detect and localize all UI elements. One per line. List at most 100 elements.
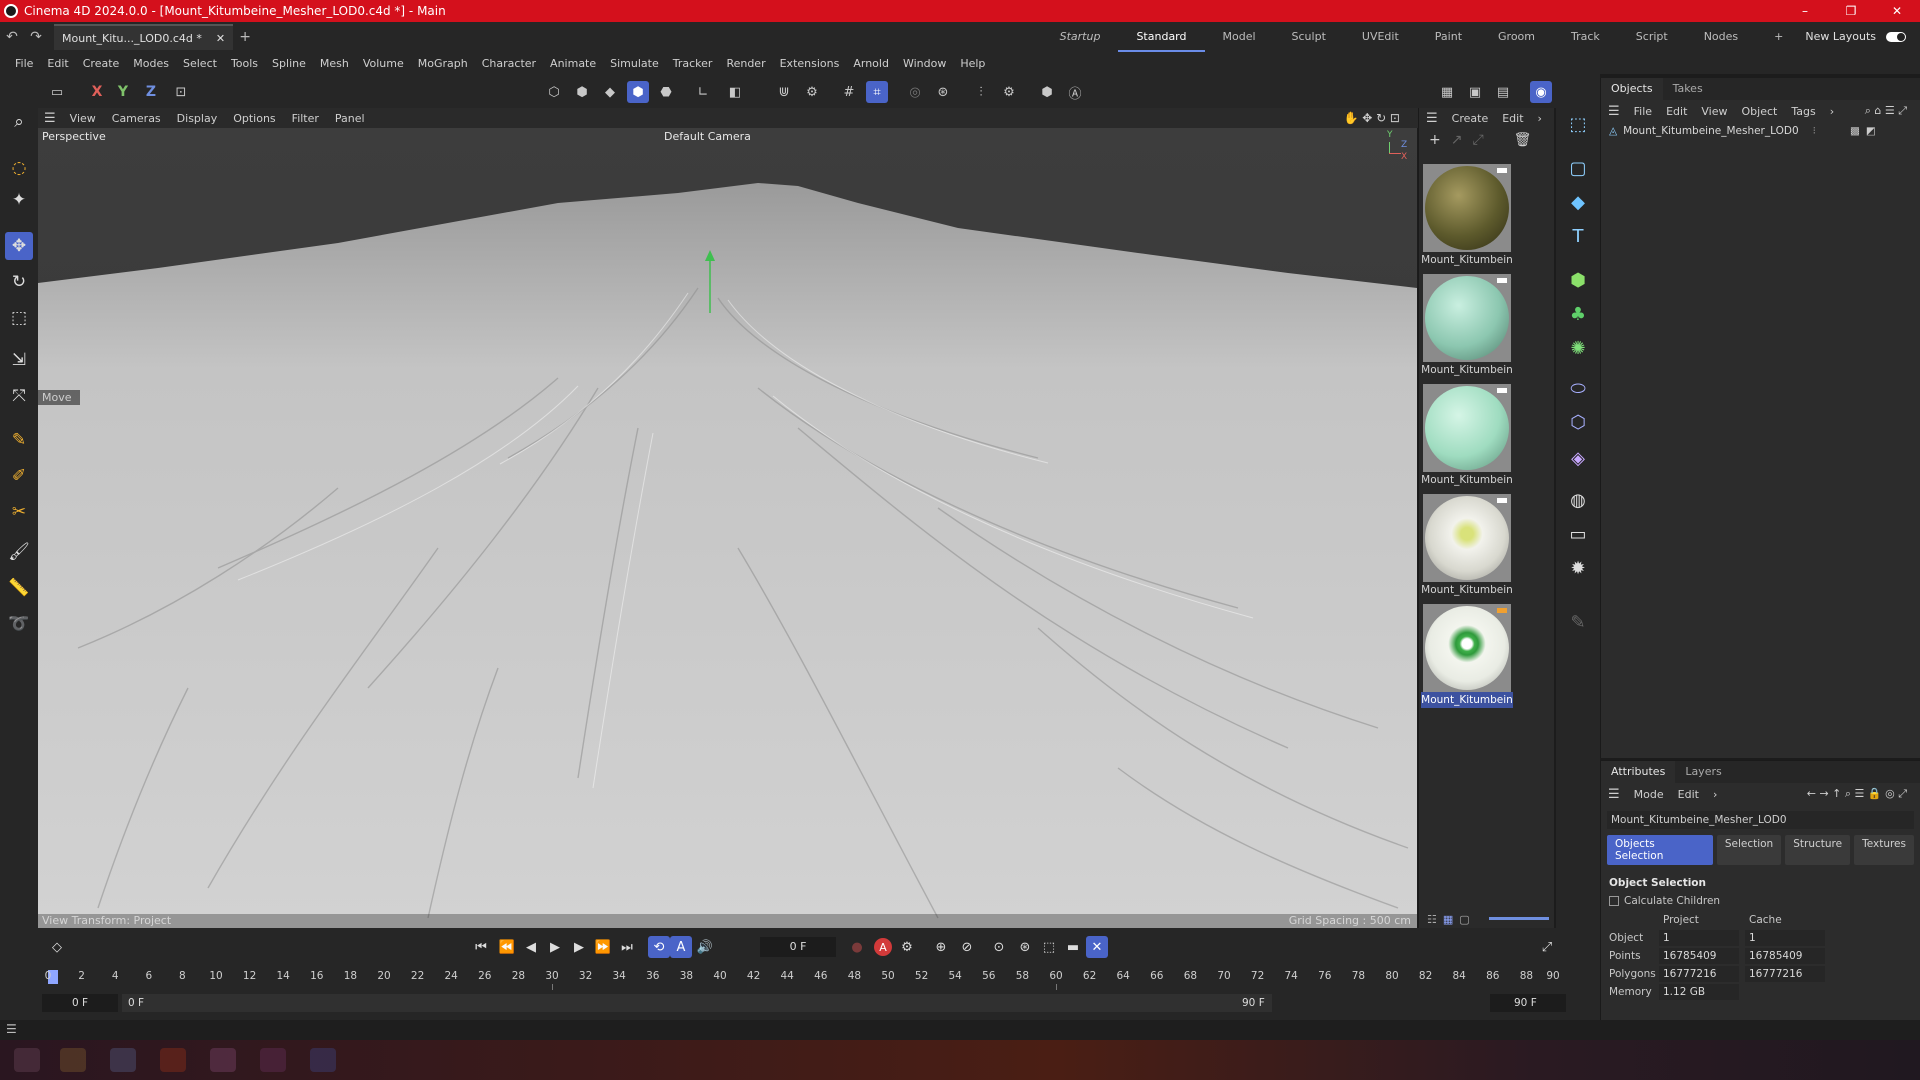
render-region-icon[interactable]: ◎ xyxy=(904,81,926,103)
spline-sketch-icon[interactable]: ✐ xyxy=(5,462,33,490)
list-view-icon[interactable]: ☷ xyxy=(1427,913,1437,926)
menu-render[interactable]: Render xyxy=(719,57,772,70)
layout-toggle[interactable] xyxy=(1886,32,1906,42)
taskbar-app-icon[interactable] xyxy=(260,1048,286,1072)
quantize-icon[interactable]: ⌗ xyxy=(866,81,888,103)
search-icon[interactable]: ⌕ xyxy=(5,108,33,136)
material-menu-create[interactable]: Create xyxy=(1445,112,1496,125)
add-layout-button[interactable]: + xyxy=(1756,22,1801,52)
scene-tools-icon[interactable]: ✦ xyxy=(5,186,33,214)
render-active-view-icon[interactable]: ▣ xyxy=(1464,81,1486,103)
volume-builder-icon[interactable]: ⬡ xyxy=(1564,408,1592,436)
deformer-icon[interactable]: ⬭ xyxy=(1564,374,1592,402)
timeline-ruler[interactable]: 0 2 4 6 8 10 12 14 16 18 20 22 24 26 28 … xyxy=(45,970,1560,990)
subtab-textures[interactable]: Textures xyxy=(1854,835,1914,865)
next-key-icon[interactable]: ⏩ xyxy=(592,936,614,958)
object-menu-tags[interactable]: Tags xyxy=(1784,105,1822,118)
object-manager-tools[interactable]: ⌕ ⌂ ☰ ⤢ xyxy=(1858,104,1914,118)
start-frame-field[interactable]: 0 F xyxy=(42,994,118,1012)
move-tool-icon[interactable]: ✥ xyxy=(5,232,33,260)
material-item-selected[interactable]: Mount_Kitumbein xyxy=(1421,602,1513,710)
viewport-menu-panel[interactable]: Panel xyxy=(327,112,373,125)
taskbar-app-icon[interactable] xyxy=(160,1048,186,1072)
redshift-icon[interactable]: ◉ xyxy=(1530,81,1552,103)
model-mode-icon[interactable]: ⬢ xyxy=(627,81,649,103)
menu-animate[interactable]: Animate xyxy=(543,57,603,70)
camera-object-icon[interactable]: ▭ xyxy=(1564,520,1592,548)
spline-primitive-icon[interactable]: ▢ xyxy=(1564,154,1592,182)
commander-icon[interactable]: ▭ xyxy=(46,81,68,103)
go-to-end-icon[interactable]: ⏭ xyxy=(616,936,638,958)
menu-character[interactable]: Character xyxy=(475,57,543,70)
chevron-right-icon[interactable]: › xyxy=(1531,112,1549,125)
projection-label[interactable]: Perspective xyxy=(42,130,106,143)
menu-volume[interactable]: Volume xyxy=(356,57,411,70)
autokey-icon[interactable]: A xyxy=(874,938,892,956)
sound-icon[interactable]: 🔊 xyxy=(694,936,716,958)
workplane-icon[interactable]: # xyxy=(838,81,860,103)
attribute-menu-icon[interactable]: ☰ xyxy=(1601,787,1627,802)
scene-tool-icon[interactable]: ⤧ xyxy=(5,382,33,410)
viewport-menu-options[interactable]: Options xyxy=(225,112,283,125)
range-end-field[interactable]: 90 F xyxy=(1242,994,1282,1012)
large-view-icon[interactable]: ▢ xyxy=(1459,913,1469,926)
range-start-field[interactable]: 0 F xyxy=(122,994,1272,1012)
viewport-menu-cameras[interactable]: Cameras xyxy=(104,112,169,125)
perspective-viewport[interactable]: Perspective Default Camera Move Y Z X Vi… xyxy=(38,128,1417,928)
render-settings-icon[interactable]: ⚙ xyxy=(998,81,1020,103)
record-icon[interactable]: ● xyxy=(846,936,868,958)
interactive-render-icon[interactable]: ⬢ xyxy=(1036,81,1058,103)
viewport-menu-display[interactable]: Display xyxy=(169,112,226,125)
viewport-menu-view[interactable]: View xyxy=(62,112,104,125)
snap-icon[interactable]: ⋓ xyxy=(773,81,795,103)
solo-mode-icon[interactable]: ◧ xyxy=(724,81,746,103)
subtab-selection[interactable]: Selection xyxy=(1716,835,1782,865)
selection-tool-icon[interactable]: ◌ xyxy=(5,154,33,182)
menu-modes[interactable]: Modes xyxy=(126,57,176,70)
minimize-button[interactable]: – xyxy=(1782,0,1828,22)
attribute-menu-mode[interactable]: Mode xyxy=(1627,788,1671,801)
material-item[interactable]: Mount_Kitumbein xyxy=(1421,492,1513,600)
link-material-icon[interactable]: ⤢ xyxy=(1472,132,1483,148)
layout-track[interactable]: Track xyxy=(1553,22,1618,52)
menu-create[interactable]: Create xyxy=(76,57,127,70)
lock-y-axis-button[interactable]: Y xyxy=(112,81,134,103)
spline-tools-icon[interactable]: ✂ xyxy=(5,498,33,526)
axis-mode-icon[interactable]: ∟ xyxy=(692,81,714,103)
object-menu-icon[interactable]: ☰ xyxy=(1601,104,1627,119)
tab-takes[interactable]: Takes xyxy=(1663,78,1713,100)
environment-icon[interactable]: ◍ xyxy=(1564,486,1592,514)
attribute-nav-tools[interactable]: ← → ↑ ⌕ ☰ 🔒 ◎ ⤢ xyxy=(1800,787,1914,801)
fcurve-icon[interactable]: ⤢ xyxy=(1536,936,1558,958)
menu-extensions[interactable]: Extensions xyxy=(773,57,847,70)
material-tag-icon[interactable]: ▩ xyxy=(1850,125,1860,137)
add-material-icon[interactable]: + xyxy=(1429,132,1441,148)
snap-settings-icon[interactable]: ⚙ xyxy=(801,81,823,103)
cube-primitive-icon[interactable]: ◆ xyxy=(1564,188,1592,216)
object-menu-edit[interactable]: Edit xyxy=(1659,105,1694,118)
edit-render-settings-icon[interactable]: ▤ xyxy=(1492,81,1514,103)
calculate-children-row[interactable]: Calculate Children xyxy=(1609,895,1920,907)
document-tab[interactable]: Mount_Kitu..._LOD0.c4d * ✕ xyxy=(54,24,234,50)
chevron-right-icon[interactable]: › xyxy=(1706,788,1724,801)
rotate-tool-icon[interactable]: ↻ xyxy=(5,268,33,296)
material-item[interactable]: Mount_Kitumbein xyxy=(1421,272,1513,380)
visibility-dots-icon[interactable]: ⁝ xyxy=(1813,125,1816,137)
new-document-icon[interactable]: + xyxy=(233,29,257,45)
motion-system-icon[interactable]: ▬ xyxy=(1062,936,1084,958)
close-tab-icon[interactable]: ✕ xyxy=(216,32,225,45)
end-frame-field[interactable]: 90 F xyxy=(1490,994,1566,1012)
render-view-icon[interactable]: ⊛ xyxy=(932,81,954,103)
tag-icon[interactable]: ✎ xyxy=(1564,608,1592,636)
play-icon[interactable]: ▶ xyxy=(544,936,566,958)
arnold-icon[interactable]: Ⓐ xyxy=(1064,81,1086,103)
delete-material-icon[interactable]: 🗑 xyxy=(1514,132,1532,148)
undo-icon[interactable]: ↶ xyxy=(0,29,24,45)
points-mode-icon[interactable]: ⬡ xyxy=(543,81,565,103)
material-menu-edit[interactable]: Edit xyxy=(1495,112,1530,125)
autoplay-icon[interactable]: A xyxy=(670,936,692,958)
redo-icon[interactable]: ↷ xyxy=(24,29,48,45)
generator-icon[interactable]: ⬢ xyxy=(1564,266,1592,294)
object-menu-object[interactable]: Object xyxy=(1735,105,1785,118)
calculate-children-checkbox[interactable] xyxy=(1609,896,1619,906)
